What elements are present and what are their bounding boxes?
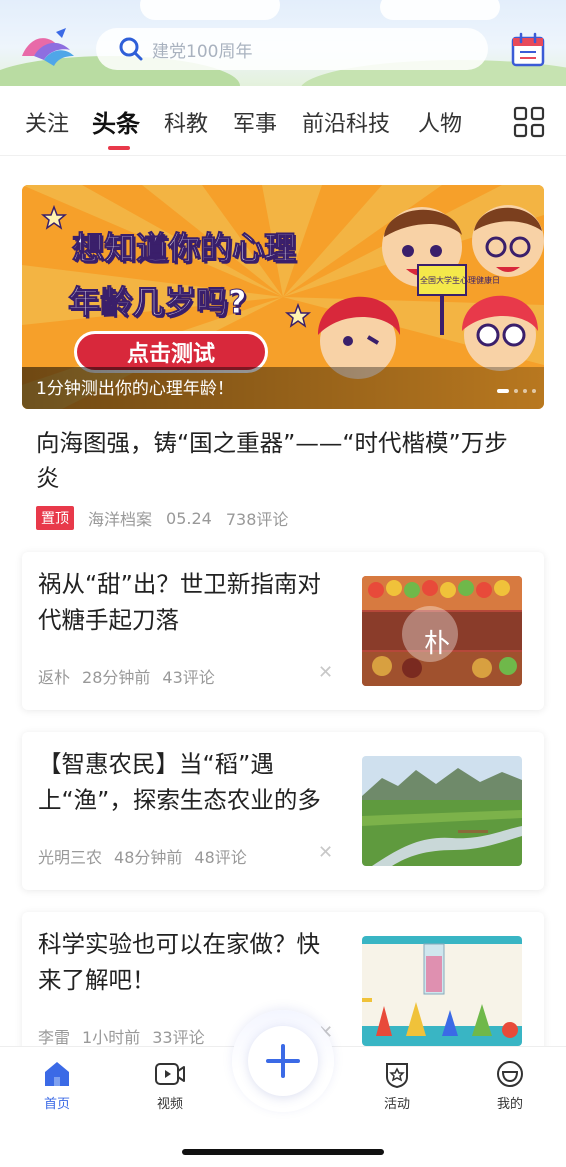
news-card-title: 祸从“甜”出？世卫新指南对代糖手起刀落 (38, 570, 321, 634)
search-placeholder: 建党100周年 (152, 41, 253, 62)
news-card-title: 【智惠农民】当“稻”遇上“渔”，探索生态农业的多 (38, 750, 321, 814)
top-story-date: 05.24 (166, 508, 212, 528)
news-card[interactable]: 祸从“甜”出？世卫新指南对代糖手起刀落 返朴 28分钟前 43评论 ✕ 朴 (22, 552, 544, 710)
carousel-indicator (497, 389, 536, 393)
search-bar[interactable]: 建党100周年 (96, 28, 488, 70)
events-icon (386, 1063, 408, 1089)
active-tab-indicator (108, 146, 130, 150)
news-card-meta: 光明三农 48分钟前 48评论 (38, 844, 259, 868)
me-icon (497, 1061, 523, 1087)
nav-home[interactable]: 首页 (22, 1059, 92, 1112)
banner-headline-line2: 年龄几岁吗? (68, 283, 248, 322)
news-card-thumbnail: 朴 (362, 576, 522, 686)
nav-home-label: 首页 (43, 1097, 70, 1112)
nav-me[interactable]: 我的 (475, 1059, 545, 1112)
news-card-title: 科学实验也可以在家做？快来了解吧！ (38, 930, 320, 994)
logo-icon[interactable] (20, 26, 76, 70)
news-card-time: 48分钟前 (114, 848, 183, 867)
nav-events-label: 活动 (383, 1097, 410, 1112)
news-card-thumbnail (362, 756, 522, 866)
top-story-meta: 置顶 海洋档案 05.24 738评论 (36, 506, 302, 530)
cloud-decoration (380, 0, 500, 20)
home-icon (45, 1062, 69, 1086)
news-card-meta: 返朴 28分钟前 43评论 (38, 664, 227, 688)
thumbnail-logo-text: 朴 (424, 629, 450, 659)
grid-icon[interactable] (513, 106, 545, 138)
nav-video[interactable]: 视频 (135, 1059, 205, 1112)
cloud-decoration (140, 0, 280, 20)
news-card-source: 李雷 (38, 1028, 71, 1047)
plus-icon (266, 1044, 300, 1078)
banner-caption: 1分钟测出你的心理年龄！ (36, 379, 234, 399)
news-card-comments: 43评论 (162, 668, 215, 687)
news-card-time: 28分钟前 (82, 668, 151, 687)
news-card[interactable]: 【智惠农民】当“稻”遇上“渔”，探索生态农业的多 光明三农 48分钟前 48评论… (22, 732, 544, 890)
banner-sign-text: 全国大学生心理健康日 (420, 275, 500, 285)
banner-headline-line1: 想知道你的心理 (71, 229, 297, 268)
nav-me-label: 我的 (496, 1097, 523, 1112)
news-card-comments: 48评论 (194, 848, 247, 867)
close-icon[interactable]: ✕ (318, 662, 333, 683)
search-icon (119, 37, 143, 61)
pinned-badge: 置顶 (36, 506, 74, 530)
tab-people[interactable]: 人物 (418, 106, 462, 138)
news-card-source: 返朴 (38, 668, 71, 687)
publish-button[interactable] (248, 1026, 318, 1096)
news-card-comments: 33评论 (152, 1028, 205, 1047)
nav-events[interactable]: 活动 (362, 1059, 432, 1112)
close-icon[interactable]: ✕ (318, 842, 333, 863)
top-story-comments: 738评论 (225, 510, 289, 529)
news-card-thumbnail (362, 936, 522, 1046)
tab-overflow-fade (478, 96, 508, 144)
news-card-time: 1小时前 (82, 1028, 141, 1047)
header: 建党100周年 (0, 0, 566, 86)
video-icon (155, 1063, 185, 1085)
nav-video-label: 视频 (156, 1097, 183, 1112)
calendar-icon[interactable] (510, 32, 546, 68)
tab-military[interactable]: 军事 (233, 106, 277, 138)
tab-frontier-tech[interactable]: 前沿科技 (302, 106, 390, 138)
top-story-source: 海洋档案 (88, 510, 153, 529)
tab-science-education[interactable]: 科教 (164, 106, 208, 138)
banner-carousel[interactable]: 全国大学生心理健康日 想知道你的心理 年龄几岁吗? 点击测试 1分钟测出你的心理… (22, 185, 544, 409)
news-card-source: 光明三农 (38, 848, 103, 867)
tab-headlines[interactable]: 头条 (92, 104, 140, 139)
top-story-title[interactable]: 向海图强，铸“国之重器”——“时代楷模”万步炎 (36, 426, 530, 496)
channel-tabs: 关注 头条 科教 军事 前沿科技 人物 (0, 86, 566, 156)
home-indicator (182, 1149, 384, 1155)
news-card-meta: 李雷 1小时前 33评论 (38, 1024, 217, 1048)
tab-follow[interactable]: 关注 (25, 106, 69, 138)
